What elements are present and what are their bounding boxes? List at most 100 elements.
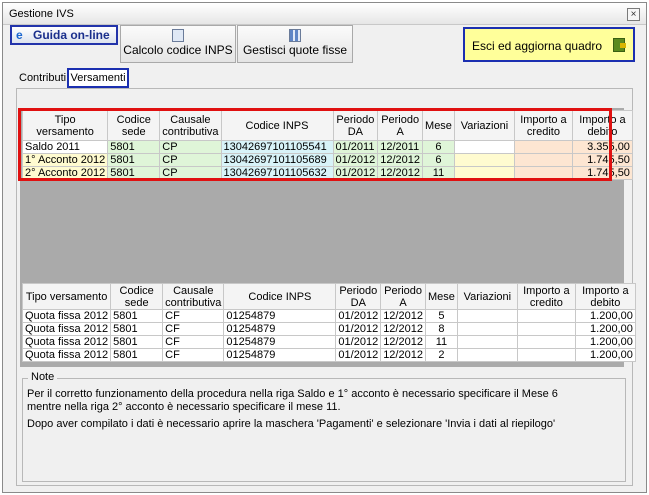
column-header: Periodo DA (332, 110, 379, 141)
cell-sede[interactable]: 5801 (110, 335, 164, 349)
table-row[interactable]: 2° Acconto 2012 5801 CP 1304269710110563… (21, 166, 633, 180)
table-row[interactable]: Saldo 2011 5801 CP 13042697101105541 01/… (21, 140, 633, 154)
close-button[interactable]: × (627, 8, 640, 21)
table-row[interactable]: Quota fissa 2012 5801 CF 01254879 01/201… (21, 348, 636, 362)
tab-contributi[interactable]: Contributi (19, 72, 66, 84)
cell-sede[interactable]: 5801 (107, 140, 161, 154)
table-row[interactable]: Quota fissa 2012 5801 CF 01254879 01/201… (21, 322, 636, 336)
column-header: Periodo A (380, 283, 426, 310)
cell-causale[interactable]: CP (159, 166, 222, 180)
column-header: Codice sede (107, 110, 161, 141)
cell-debito[interactable]: 1.200,00 (574, 348, 636, 362)
cell-periodo-a[interactable]: 12/2012 (380, 335, 426, 349)
cell-periodo-da[interactable]: 01/2012 (335, 335, 382, 349)
cell-sede[interactable]: 5801 (107, 166, 161, 180)
note-line-2: mentre nella riga 2° acconto è necessari… (27, 401, 341, 413)
cell-debito[interactable]: 1.745,50 (571, 153, 633, 167)
cell-variazioni[interactable] (456, 322, 518, 336)
cell-periodo-a[interactable]: 12/2011 (377, 140, 424, 154)
cell-mese[interactable]: 8 (424, 322, 458, 336)
cell-credito[interactable] (513, 166, 573, 180)
cell-periodo-a[interactable]: 12/2012 (380, 309, 426, 323)
column-header: Periodo DA (335, 283, 382, 310)
cell-debito[interactable]: 1.200,00 (574, 322, 636, 336)
cell-sede[interactable]: 5801 (110, 309, 164, 323)
table-row[interactable]: Quota fissa 2012 5801 CF 01254879 01/201… (21, 335, 636, 349)
cell-sede[interactable]: 5801 (110, 348, 164, 362)
cell-causale[interactable]: CF (162, 348, 225, 362)
grid-icon (289, 29, 301, 42)
cell-inps[interactable]: 13042697101105541 (220, 140, 334, 154)
cell-causale[interactable]: CF (162, 309, 225, 323)
cell-tipo[interactable]: Quota fissa 2012 (21, 309, 112, 323)
cell-mese[interactable]: 2 (424, 348, 458, 362)
cell-periodo-da[interactable]: 01/2012 (335, 309, 382, 323)
ie-icon: e (16, 28, 23, 43)
guida-online-button[interactable]: e Guida on-line (10, 25, 118, 45)
table-row[interactable]: 1° Acconto 2012 5801 CP 1304269710110568… (21, 153, 633, 167)
gestisci-quote-fisse-button[interactable]: Gestisci quote fisse (237, 25, 353, 63)
cell-sede[interactable]: 5801 (110, 322, 164, 336)
cell-variazioni[interactable] (456, 309, 518, 323)
cell-periodo-da[interactable]: 01/2011 (332, 140, 379, 154)
cell-mese[interactable]: 11 (422, 166, 455, 180)
cell-periodo-a[interactable]: 12/2012 (380, 348, 426, 362)
cell-inps[interactable]: 13042697101105689 (220, 153, 334, 167)
cell-mese[interactable]: 6 (422, 140, 455, 154)
cell-tipo[interactable]: 1° Acconto 2012 (21, 153, 109, 167)
column-header: Mese (422, 110, 455, 141)
cell-periodo-a[interactable]: 12/2012 (380, 322, 426, 336)
cell-tipo[interactable]: Saldo 2011 (21, 140, 109, 154)
cell-periodo-a[interactable]: 12/2012 (377, 153, 424, 167)
cell-causale[interactable]: CF (162, 335, 225, 349)
cell-tipo[interactable]: Quota fissa 2012 (21, 348, 112, 362)
cell-debito[interactable]: 1.745,50 (571, 166, 633, 180)
calcolo-codice-inps-button[interactable]: Calcolo codice INPS (120, 25, 236, 63)
esci-aggiorna-quadro-button[interactable]: Esci ed aggiorna quadro (463, 27, 635, 62)
cell-causale[interactable]: CP (159, 153, 222, 167)
cell-variazioni[interactable] (453, 166, 515, 180)
cell-periodo-da[interactable]: 01/2012 (332, 153, 379, 167)
cell-debito[interactable]: 3.355,00 (571, 140, 633, 154)
cell-debito[interactable]: 1.200,00 (574, 309, 636, 323)
cell-periodo-da[interactable]: 01/2012 (335, 322, 382, 336)
cell-mese[interactable]: 5 (424, 309, 458, 323)
cell-credito[interactable] (516, 309, 576, 323)
cell-credito[interactable] (513, 153, 573, 167)
tab-versamenti[interactable]: Versamenti (67, 68, 129, 88)
cell-causale[interactable]: CP (159, 140, 222, 154)
cell-periodo-da[interactable]: 01/2012 (335, 348, 382, 362)
cell-inps[interactable]: 01254879 (223, 348, 337, 362)
cell-variazioni[interactable] (456, 348, 518, 362)
exit-door-icon (613, 38, 626, 52)
cell-inps[interactable]: 01254879 (223, 322, 337, 336)
table-header-row: Tipo versamento Codice sede Causale cont… (21, 283, 636, 310)
cell-tipo[interactable]: 2° Acconto 2012 (21, 166, 109, 180)
table-header-row: Tipo versamento Codice sede Causale cont… (21, 110, 633, 141)
cell-mese[interactable]: 11 (424, 335, 458, 349)
cell-inps[interactable]: 01254879 (223, 335, 337, 349)
cell-mese[interactable]: 6 (422, 153, 455, 167)
cell-credito[interactable] (513, 140, 573, 154)
cell-variazioni[interactable] (453, 153, 515, 167)
cell-sede[interactable]: 5801 (107, 153, 161, 167)
cell-variazioni[interactable] (456, 335, 518, 349)
cell-variazioni[interactable] (453, 140, 515, 154)
table-row[interactable]: Quota fissa 2012 5801 CF 01254879 01/201… (21, 309, 636, 323)
cell-debito[interactable]: 1.200,00 (574, 335, 636, 349)
quote-fisse-table: Tipo versamento Codice sede Causale cont… (21, 283, 636, 362)
cell-credito[interactable] (516, 322, 576, 336)
cell-causale[interactable]: CF (162, 322, 225, 336)
cell-tipo[interactable]: Quota fissa 2012 (21, 335, 112, 349)
column-header: Importo a debito (574, 283, 636, 310)
cell-credito[interactable] (516, 335, 576, 349)
esci-aggiorna-quadro-label: Esci ed aggiorna quadro (472, 39, 603, 53)
cell-periodo-da[interactable]: 01/2012 (332, 166, 379, 180)
cell-periodo-a[interactable]: 12/2012 (377, 166, 424, 180)
cell-credito[interactable] (516, 348, 576, 362)
guida-online-label: Guida on-line (33, 28, 110, 42)
cell-inps[interactable]: 13042697101105632 (220, 166, 334, 180)
cell-inps[interactable]: 01254879 (223, 309, 337, 323)
cell-tipo[interactable]: Quota fissa 2012 (21, 322, 112, 336)
column-header: Tipo versamento (21, 110, 109, 141)
